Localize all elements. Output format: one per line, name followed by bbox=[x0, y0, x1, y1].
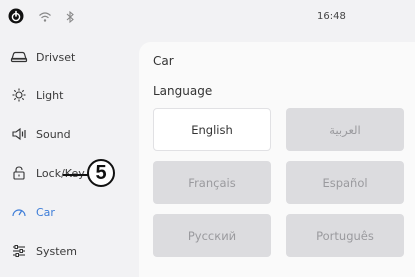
sidebar-item-lock-key[interactable]: Lock/Key bbox=[0, 154, 136, 192]
padlock-icon bbox=[10, 166, 28, 180]
sliders-icon bbox=[10, 244, 28, 258]
sidebar-item-sound[interactable]: Sound bbox=[0, 115, 136, 153]
sidebar-item-label: Light bbox=[36, 88, 64, 102]
status-bar: 16:48 bbox=[0, 0, 415, 34]
power-icon bbox=[8, 8, 24, 24]
bluetooth-icon bbox=[65, 10, 75, 24]
callout-badge: 5 bbox=[87, 159, 115, 187]
callout-line bbox=[63, 174, 88, 176]
sidebar: Drivset Light Sound Lock/Key Car System bbox=[0, 38, 136, 277]
sidebar-item-system[interactable]: System bbox=[0, 232, 136, 270]
language-button-russian[interactable]: Русский bbox=[153, 214, 271, 257]
language-button-arabic[interactable]: العربية bbox=[286, 108, 404, 151]
language-button-french[interactable]: Français bbox=[153, 161, 271, 204]
sidebar-item-drivset[interactable]: Drivset bbox=[0, 38, 136, 76]
sidebar-item-label: Lock/Key bbox=[36, 166, 85, 180]
language-button-english[interactable]: English bbox=[153, 108, 271, 151]
light-bulb-icon bbox=[10, 88, 28, 102]
wifi-icon bbox=[38, 10, 52, 24]
language-section-label: Language bbox=[153, 84, 213, 98]
speedometer-icon bbox=[10, 205, 28, 219]
car-settings-panel: Car Language English العربية Français Es… bbox=[139, 42, 415, 277]
sidebar-item-label: System bbox=[36, 244, 78, 258]
page-title: Car bbox=[153, 54, 174, 68]
car-outline-icon bbox=[10, 50, 28, 64]
sidebar-item-label: Sound bbox=[36, 127, 71, 141]
sidebar-item-car[interactable]: Car bbox=[0, 193, 136, 231]
speaker-icon bbox=[10, 127, 28, 141]
sidebar-item-label: Car bbox=[36, 205, 55, 219]
sidebar-item-label: Drivset bbox=[36, 50, 76, 64]
clock: 16:48 bbox=[317, 11, 346, 22]
sidebar-item-light[interactable]: Light bbox=[0, 76, 136, 114]
language-button-portuguese[interactable]: Português bbox=[286, 214, 404, 257]
language-button-spanish[interactable]: Español bbox=[286, 161, 404, 204]
